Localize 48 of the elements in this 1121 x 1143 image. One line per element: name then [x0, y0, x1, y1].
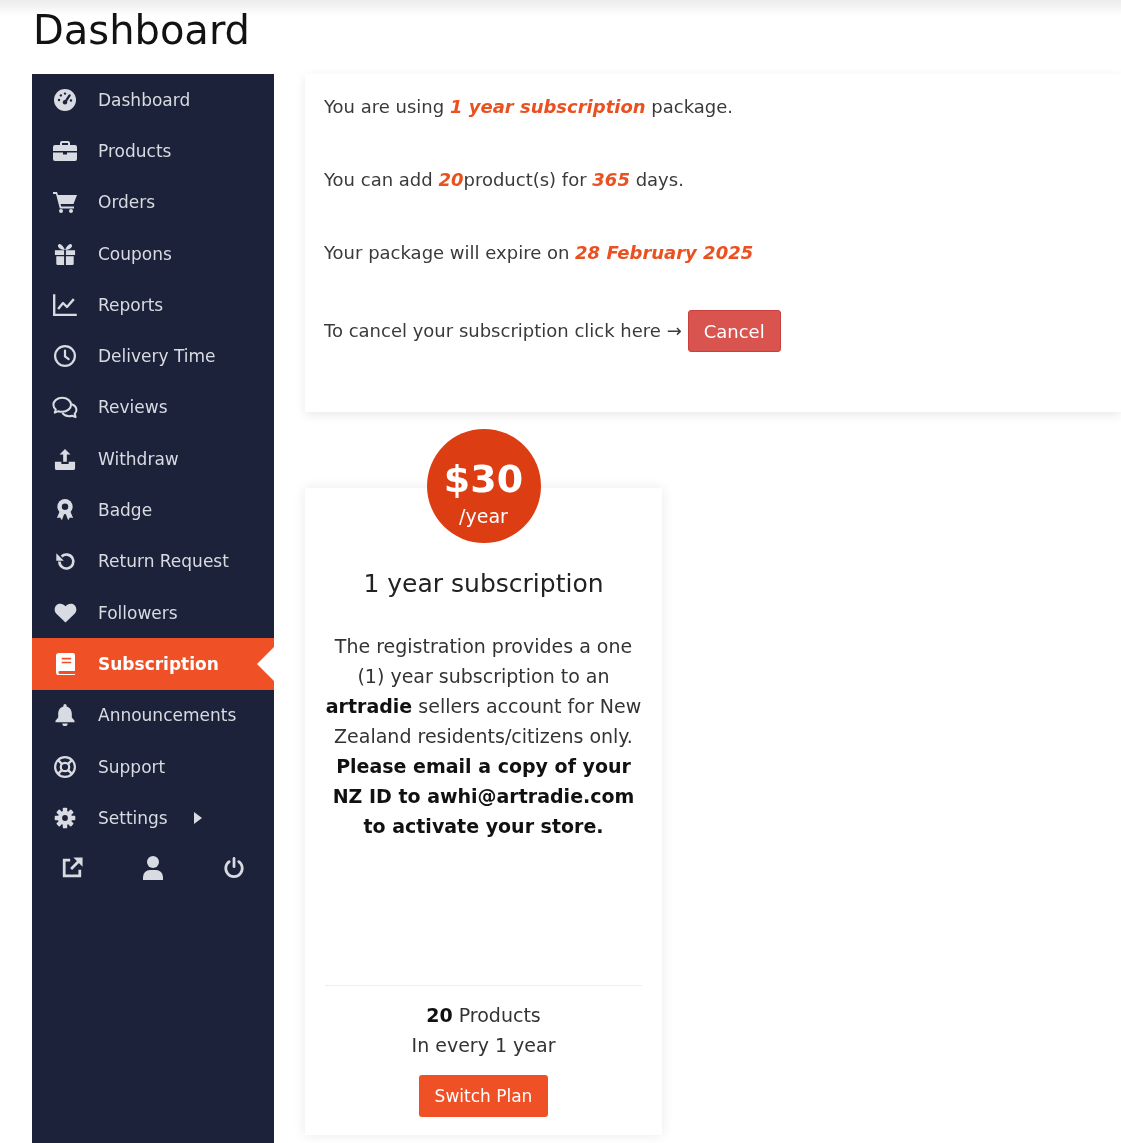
switch-plan-button[interactable]: Switch Plan — [418, 1075, 549, 1117]
sidebar-item[interactable]: Dashboard — [32, 74, 274, 126]
pointer-icon — [257, 646, 274, 681]
sidebar-item[interactable]: Withdraw — [32, 433, 274, 485]
plan-description: The registration provides a one (1) year subscription to an artradie sellers account for New Zealand residents/citizens only. Please email a copy of your NZ ID to awhi@artradie.com to activate your store. — [325, 634, 642, 839]
page-title: Dashboard — [32, 6, 251, 55]
sidebar-item[interactable]: Delivery Time — [32, 330, 274, 382]
cancel-button[interactable]: Cancel — [687, 310, 781, 352]
sidebar-item[interactable]: Orders — [32, 176, 274, 228]
subscription-info-text: You can add 20product(s) for 365 days. — [324, 168, 685, 192]
external-link-icon[interactable] — [61, 857, 84, 880]
product-count: 20 Products — [426, 1003, 541, 1028]
bell-icon — [55, 704, 75, 727]
sidebar-item[interactable]: Subscription — [32, 638, 274, 690]
sidebar-item[interactable]: Settings — [32, 792, 274, 844]
price-period: /year — [459, 505, 508, 527]
sidebar-item[interactable]: Reports — [32, 279, 274, 331]
sidebar-item[interactable]: Support — [32, 740, 274, 793]
cancel-prompt: To cancel your subscription click here → — [324, 319, 682, 343]
undo-icon — [54, 550, 76, 572]
subscription-info-text: You are using 1 year subscription package. — [324, 95, 735, 119]
settings-icon — [54, 806, 76, 829]
sidebar-item[interactable]: Followers — [32, 586, 274, 639]
sidebar-item[interactable]: Coupons — [32, 227, 274, 280]
gauge-icon — [54, 88, 76, 111]
power-icon[interactable] — [222, 857, 245, 880]
sidebar-item[interactable]: Badge — [32, 484, 274, 536]
heart-icon — [53, 602, 77, 624]
chat-icon — [52, 395, 78, 419]
sidebar-item[interactable]: Products — [32, 125, 274, 177]
award-icon — [56, 499, 74, 521]
book-icon — [55, 652, 75, 676]
sidebar-item[interactable]: Announcements — [32, 689, 274, 741]
lifebuoy-icon — [54, 755, 76, 778]
plan-title: 1 year subscription — [363, 568, 604, 600]
caret-icon — [193, 811, 202, 824]
sidebar-item[interactable]: Return Request — [32, 535, 274, 587]
clock-icon — [54, 345, 76, 368]
sidebar-item[interactable]: Reviews — [32, 381, 274, 434]
cart-icon — [53, 191, 77, 214]
gift-icon — [54, 242, 76, 265]
upload-icon — [54, 447, 76, 470]
plan-interval: In every 1 year — [411, 1033, 556, 1058]
user-icon[interactable] — [143, 856, 163, 881]
chart-icon — [53, 293, 77, 316]
price-amount: $30 — [443, 459, 524, 499]
briefcase-icon — [53, 140, 77, 161]
subscription-info-text: Your package will expire on 28 February 2025 — [324, 241, 755, 265]
